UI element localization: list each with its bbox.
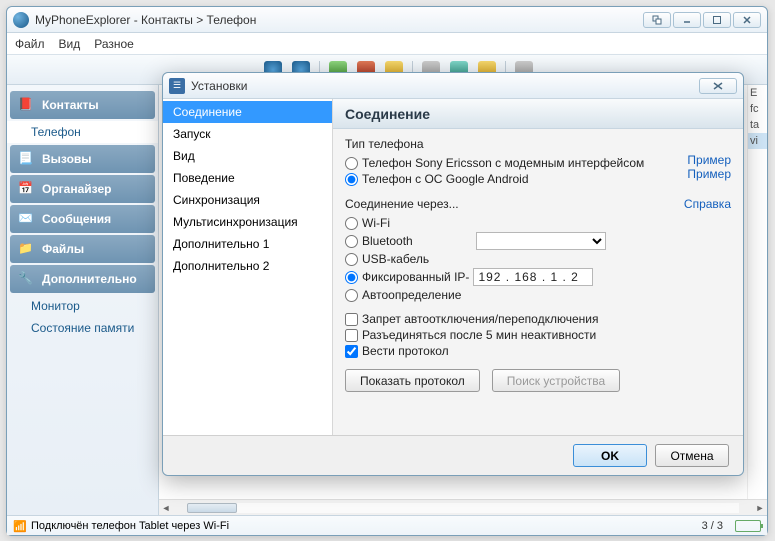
- checkbox-dc-5min[interactable]: [345, 329, 358, 342]
- sidebar-group-organizer[interactable]: 📅 Органайзер: [10, 175, 155, 203]
- panel-heading: Соединение: [333, 99, 743, 129]
- minimize-button[interactable]: [673, 12, 701, 28]
- sidebar-item-phone[interactable]: Телефон: [7, 121, 158, 143]
- connect-wifi[interactable]: Wi-Fi: [345, 215, 731, 231]
- radio-fixed-ip[interactable]: [345, 271, 358, 284]
- status-count: 3 / 3: [702, 520, 723, 532]
- radio-android[interactable]: [345, 173, 358, 186]
- window-title: MyPhoneExplorer - Контакты > Телефон: [35, 13, 643, 27]
- messages-icon: ✉️: [18, 211, 36, 227]
- connect-usb[interactable]: USB-кабель: [345, 251, 731, 267]
- menu-file[interactable]: Файл: [15, 37, 45, 51]
- titlebar: MyPhoneExplorer - Контакты > Телефон: [7, 7, 767, 33]
- phone-type-group: Тип телефона Пример Пример Телефон Sony …: [345, 137, 731, 187]
- battery-icon: [735, 520, 761, 532]
- index-letter[interactable]: ta: [748, 117, 767, 133]
- menu-view[interactable]: Вид: [59, 37, 81, 51]
- files-icon: 📁: [18, 241, 36, 257]
- ok-button[interactable]: OK: [573, 444, 647, 467]
- check-log[interactable]: Вести протокол: [345, 343, 731, 359]
- dialog-icon: ☰: [169, 78, 185, 94]
- aux-button[interactable]: [643, 12, 671, 28]
- nav-view[interactable]: Вид: [163, 145, 332, 167]
- settings-dialog: ☰ Установки Соединение Запуск Вид Поведе…: [162, 72, 744, 476]
- checkbox-no-autodc[interactable]: [345, 313, 358, 326]
- phone-type-sony[interactable]: Телефон Sony Ericsson с модемным интерфе…: [345, 155, 731, 171]
- alpha-index: E fc ta vi: [747, 85, 767, 515]
- dialog-title: Установки: [191, 79, 699, 93]
- radio-wifi[interactable]: [345, 217, 358, 230]
- sidebar-group-contacts[interactable]: 📕 Контакты: [10, 91, 155, 119]
- nav-sync[interactable]: Синхронизация: [163, 189, 332, 211]
- nav-behavior[interactable]: Поведение: [163, 167, 332, 189]
- calls-icon: 📃: [18, 151, 36, 167]
- dialog-footer: OK Отмена: [163, 435, 743, 475]
- phone-type-android[interactable]: Телефон с ОС Google Android: [345, 171, 731, 187]
- dialog-nav: Соединение Запуск Вид Поведение Синхрони…: [163, 99, 333, 435]
- help-link[interactable]: Справка: [684, 197, 731, 211]
- nav-multisync[interactable]: Мультисинхронизация: [163, 211, 332, 233]
- sidebar-group-files[interactable]: 📁 Файлы: [10, 235, 155, 263]
- nav-startup[interactable]: Запуск: [163, 123, 332, 145]
- bluetooth-combo[interactable]: [476, 232, 606, 250]
- nav-extra1[interactable]: Дополнительно 1: [163, 233, 332, 255]
- sidebar-group-extra[interactable]: 🔧 Дополнительно: [10, 265, 155, 293]
- connect-via-label: Соединение через... Справка: [345, 197, 731, 211]
- contacts-icon: 📕: [18, 97, 36, 113]
- radio-sony[interactable]: [345, 157, 358, 170]
- scroll-right-icon[interactable]: ►: [753, 501, 767, 515]
- sidebar-item-monitor[interactable]: Монитор: [7, 295, 158, 317]
- horizontal-scrollbar[interactable]: ◄ ►: [159, 499, 767, 515]
- example-link-1[interactable]: Пример: [687, 153, 731, 167]
- organizer-icon: 📅: [18, 181, 36, 197]
- index-letter[interactable]: E: [748, 85, 767, 101]
- radio-auto[interactable]: [345, 289, 358, 302]
- dialog-close-button[interactable]: [699, 78, 737, 94]
- index-letter[interactable]: vi: [748, 133, 767, 149]
- cancel-button[interactable]: Отмена: [655, 444, 729, 467]
- close-button[interactable]: [733, 12, 761, 28]
- scroll-thumb[interactable]: [187, 503, 237, 513]
- sidebar-group-messages[interactable]: ✉️ Сообщения: [10, 205, 155, 233]
- nav-connection[interactable]: Соединение: [163, 101, 332, 123]
- check-dc-5min[interactable]: Разъединяться после 5 мин неактивности: [345, 327, 731, 343]
- app-icon: [13, 12, 29, 28]
- search-device-button[interactable]: Поиск устройства: [492, 369, 620, 392]
- connect-auto[interactable]: Автоопределение: [345, 287, 731, 303]
- status-text: Подключён телефон Tablet через Wi-Fi: [31, 520, 690, 532]
- statusbar: 📶 Подключён телефон Tablet через Wi-Fi 3…: [7, 515, 767, 535]
- sidebar: 📕 Контакты Телефон 📃 Вызовы 📅 Органайзер…: [7, 85, 159, 515]
- phone-type-label: Тип телефона: [345, 137, 731, 151]
- menubar: Файл Вид Разное: [7, 33, 767, 55]
- menu-misc[interactable]: Разное: [94, 37, 134, 51]
- signal-icon: 📶: [13, 520, 27, 532]
- dialog-panel: Соединение Тип телефона Пример Пример Те…: [333, 99, 743, 435]
- sidebar-group-calls[interactable]: 📃 Вызовы: [10, 145, 155, 173]
- checkbox-log[interactable]: [345, 345, 358, 358]
- ip-input[interactable]: 192 . 168 . 1 . 2: [473, 268, 593, 286]
- radio-usb[interactable]: [345, 253, 358, 266]
- example-link-2[interactable]: Пример: [687, 167, 731, 181]
- nav-extra2[interactable]: Дополнительно 2: [163, 255, 332, 277]
- index-letter[interactable]: fc: [748, 101, 767, 117]
- radio-bluetooth[interactable]: [345, 235, 358, 248]
- flags-group: Запрет автоотключения/переподключения Ра…: [345, 311, 731, 359]
- connect-via-group: Соединение через... Справка Wi-Fi Blueto…: [345, 197, 731, 303]
- connect-bluetooth[interactable]: Bluetooth: [345, 231, 731, 251]
- tools-icon: 🔧: [18, 271, 36, 287]
- connect-fixed-ip[interactable]: Фиксированный IP- 192 . 168 . 1 . 2: [345, 267, 731, 287]
- scroll-left-icon[interactable]: ◄: [159, 501, 173, 515]
- maximize-button[interactable]: [703, 12, 731, 28]
- check-no-autodc[interactable]: Запрет автоотключения/переподключения: [345, 311, 731, 327]
- sidebar-item-memory[interactable]: Состояние памяти: [7, 317, 158, 339]
- dialog-titlebar: ☰ Установки: [163, 73, 743, 99]
- show-log-button[interactable]: Показать протокол: [345, 369, 480, 392]
